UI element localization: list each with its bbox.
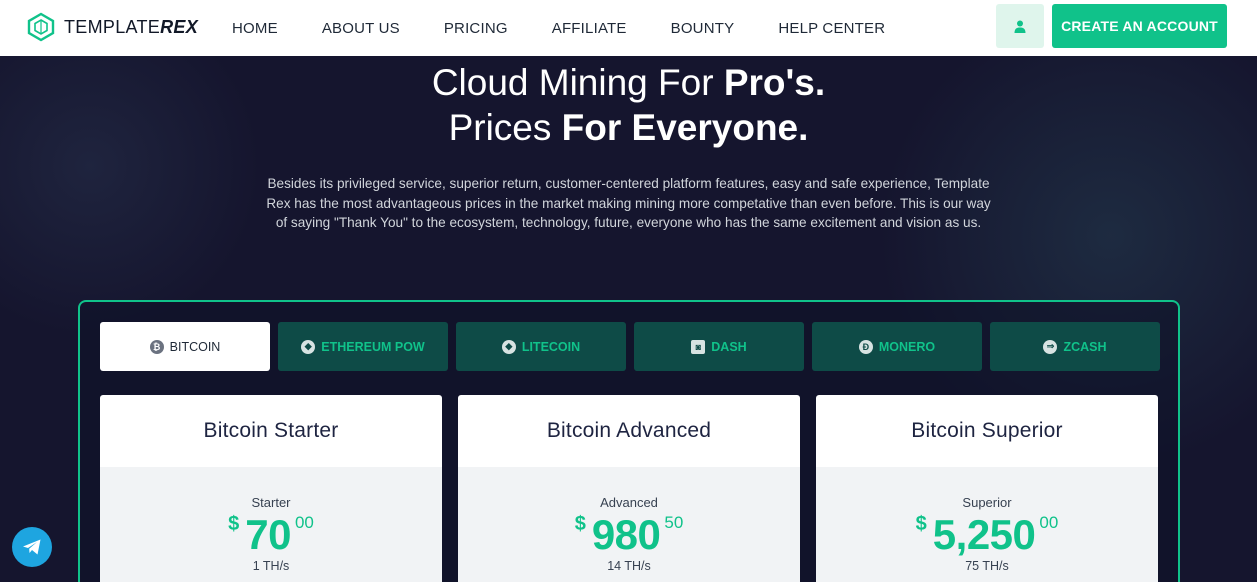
tab-monero[interactable]: Đ MONERO <box>812 322 982 371</box>
coin-tabs: ₿ BITCOIN ◆ ETHEREUM POW ◆ LITECOIN ◙ DASH Đ… <box>100 322 1160 371</box>
logo-text: TEMPLATEREX <box>64 16 199 37</box>
create-account-button[interactable]: CREATE AN ACCOUNT <box>1052 4 1227 48</box>
tab-bitcoin[interactable]: ₿ BITCOIN <box>100 322 270 371</box>
top-nav: TEMPLATEREX HOME ABOUT US PRICING AFFILI… <box>0 0 1257 56</box>
plan-price: $5,250 00 <box>915 511 1059 558</box>
plan-price: $70 00 <box>228 511 314 558</box>
nav-link-help-center[interactable]: HELP CENTER <box>778 20 885 37</box>
plan-body: Starter $70 00 1 TH/s <box>100 467 442 582</box>
user-icon <box>1014 20 1026 33</box>
telegram-button[interactable] <box>12 527 52 567</box>
litecoin-icon: ◆ <box>501 339 516 354</box>
plan-title: Bitcoin Starter <box>203 419 339 442</box>
tab-litecoin[interactable]: ◆ LITECOIN <box>456 322 626 371</box>
logo[interactable]: TEMPLATEREX <box>26 12 198 42</box>
plan-title: Bitcoin Superior <box>911 419 1063 442</box>
nav-links: HOME ABOUT US PRICING AFFILIATE BOUNTY H… <box>232 0 929 56</box>
plan-tag: Starter <box>251 495 291 510</box>
plan-cards: Bitcoin Starter Starter $70 00 1 TH/s Bit… <box>100 395 1158 582</box>
plan-card-starter[interactable]: Bitcoin Starter Starter $70 00 1 TH/s <box>100 395 442 582</box>
plan-tag: Superior <box>962 495 1012 510</box>
tab-zcash[interactable]: ⇒ ZCASH <box>990 322 1160 371</box>
nav-link-about-us[interactable]: ABOUT US <box>322 20 400 37</box>
plan-hashrate: 75 TH/s <box>965 559 1009 573</box>
monero-icon: Đ <box>858 339 873 354</box>
nav-link-home[interactable]: HOME <box>232 20 278 37</box>
plan-body: Advanced $980 50 14 TH/s <box>458 467 800 582</box>
plan-body: Superior $5,250 00 75 TH/s <box>816 467 1158 582</box>
tab-ethereum-pow[interactable]: ◆ ETHEREUM POW <box>278 322 448 371</box>
pricing-panel: ₿ BITCOIN ◆ ETHEREUM POW ◆ LITECOIN ◙ DASH Đ… <box>78 300 1180 582</box>
telegram-icon <box>23 539 41 555</box>
hero-description: Besides its privileged service, superior… <box>266 176 991 231</box>
tab-dash[interactable]: ◙ DASH <box>634 322 804 371</box>
plan-tag: Advanced <box>600 495 658 510</box>
plan-hashrate: 14 TH/s <box>607 559 651 573</box>
nav-link-bounty[interactable]: BOUNTY <box>671 20 735 37</box>
plan-price: $980 50 <box>574 511 684 558</box>
plan-title: Bitcoin Advanced <box>546 419 712 442</box>
zcash-icon: ⇒ <box>1043 339 1058 354</box>
nav-link-pricing[interactable]: PRICING <box>444 20 508 37</box>
plan-card-advanced[interactable]: Bitcoin Advanced Advanced $980 50 14 TH/s <box>458 395 800 582</box>
ethereum-icon: ◆ <box>301 339 316 354</box>
hero-title-line1: Cloud Mining For Pro's. <box>431 62 826 103</box>
hexagon-logo-icon <box>27 12 55 42</box>
hero-title-line2: Prices For Everyone. <box>448 107 809 148</box>
user-login-button[interactable] <box>996 4 1044 48</box>
bitcoin-icon: ₿ <box>149 339 164 354</box>
plan-hashrate: 1 TH/s <box>252 559 290 573</box>
plan-card-superior[interactable]: Bitcoin Superior Superior $5,250 00 75 TH… <box>816 395 1158 582</box>
nav-link-affiliate[interactable]: AFFILIATE <box>552 20 627 37</box>
dash-icon: ◙ <box>691 339 706 354</box>
